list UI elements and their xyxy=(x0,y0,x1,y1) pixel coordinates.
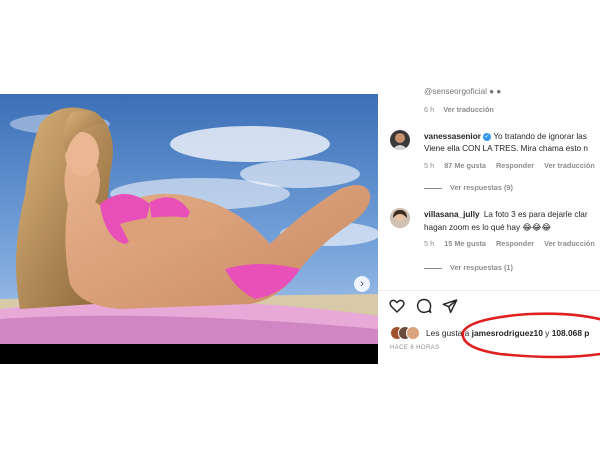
carousel-next-button[interactable]: › xyxy=(354,276,370,292)
comment-username[interactable]: villasana_jully xyxy=(424,210,480,219)
translate-link[interactable]: Ver traducción xyxy=(544,161,595,170)
comment-text-line2: Viene ella CON LA TRES. Mira chama esto … xyxy=(424,144,588,153)
translate-link[interactable]: Ver traducción xyxy=(544,239,595,248)
comment-text-partial: @senseorgoficial ● ● xyxy=(424,87,502,96)
reply-link[interactable]: Responder xyxy=(496,161,534,170)
comment-username[interactable]: vanessasenior xyxy=(424,132,481,141)
comment-meta: 5 h 15 Me gusta Responder Ver traducción xyxy=(424,239,595,248)
view-replies-label[interactable]: Ver respuestas (1) xyxy=(450,263,513,272)
view-replies[interactable]: Ver respuestas (9) xyxy=(424,183,513,192)
replies-dash xyxy=(424,267,442,269)
post-image xyxy=(0,94,378,364)
comment-meta: 6 h Ver traducción xyxy=(424,105,494,114)
view-replies[interactable]: Ver respuestas (1) xyxy=(424,263,513,272)
comment-time: 5 h xyxy=(424,161,435,170)
comment-likes[interactable]: 15 Me gusta xyxy=(444,239,486,248)
comment-time: 6 h xyxy=(424,105,435,114)
heart-icon[interactable] xyxy=(389,298,405,314)
reply-link[interactable]: Responder xyxy=(496,239,534,248)
comment-icon[interactable] xyxy=(416,298,432,314)
post-photo[interactable]: › xyxy=(0,94,378,364)
comment-text-line1: La foto 3 es para dejarle clar xyxy=(483,210,588,219)
divider xyxy=(378,290,600,291)
verified-badge-icon: ✓ xyxy=(483,132,492,141)
comment-time: 5 h xyxy=(424,239,435,248)
avatar[interactable] xyxy=(390,208,410,228)
post-date: HACE 6 HORAS xyxy=(390,345,440,351)
comment-text-line1: Yo tratando de ignorar las xyxy=(493,132,587,141)
comment-meta: 5 h 87 Me gusta Responder Ver traducción xyxy=(424,161,595,170)
replies-dash xyxy=(424,187,442,189)
share-icon[interactable] xyxy=(442,298,458,314)
avatar[interactable] xyxy=(390,130,410,150)
view-replies-label[interactable]: Ver respuestas (9) xyxy=(450,183,513,192)
translate-link[interactable]: Ver traducción xyxy=(443,105,494,114)
comment-likes[interactable]: 87 Me gusta xyxy=(444,161,486,170)
liker-avatar[interactable] xyxy=(406,326,420,340)
highlight-circle xyxy=(461,312,600,359)
comment-text-line2: hagan zoom es lo qué hay 😂😂😂 xyxy=(424,223,552,232)
